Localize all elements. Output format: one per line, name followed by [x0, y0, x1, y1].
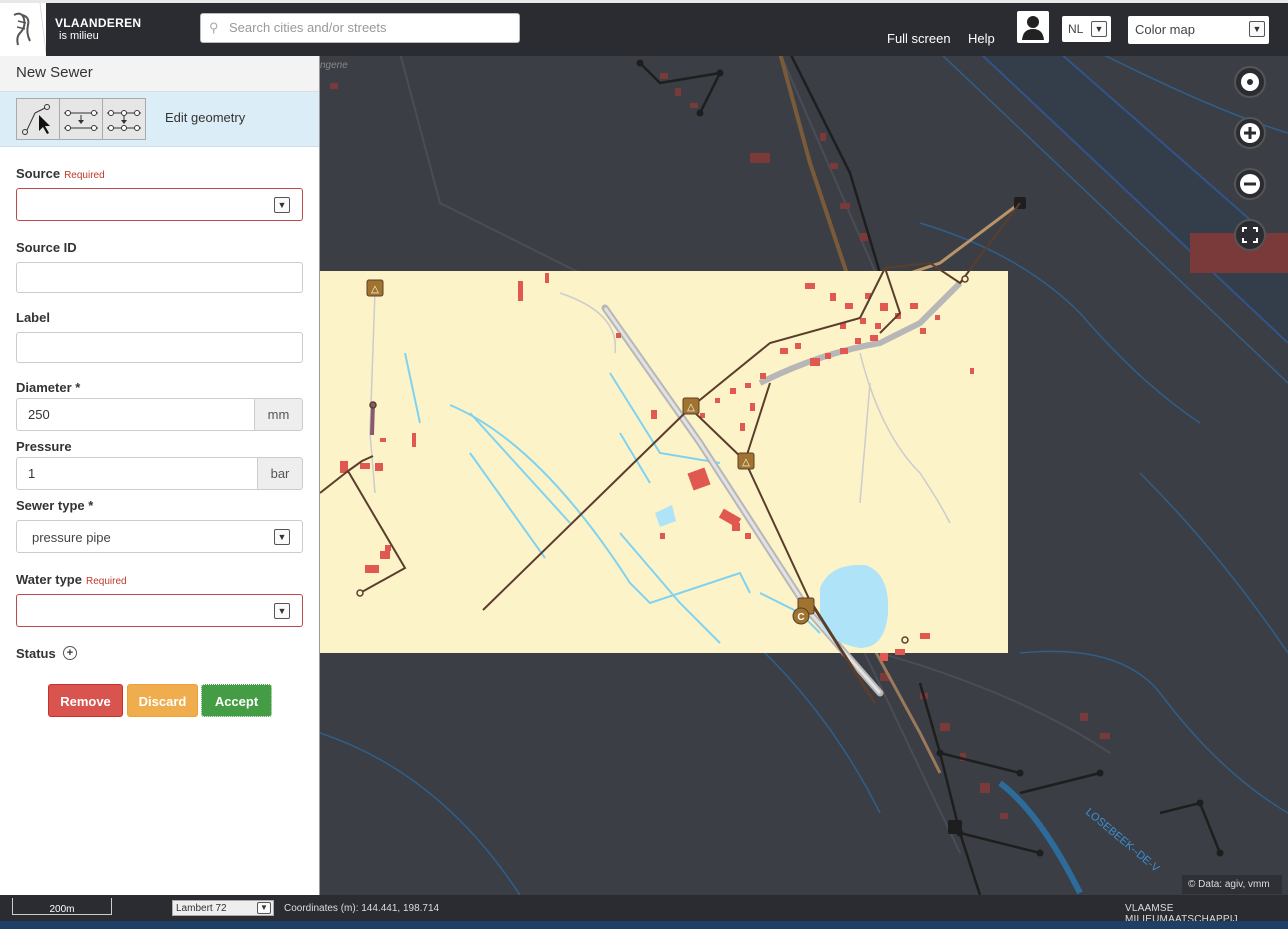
locate-button[interactable]	[1234, 66, 1266, 98]
draw-line-icon	[22, 104, 50, 135]
os-taskbar	[0, 921, 1288, 929]
status-label: Status	[16, 646, 56, 661]
sewer-type-label: Sewer type *	[16, 498, 94, 513]
search-box[interactable]: ⚲	[200, 13, 520, 43]
svg-text:△: △	[687, 402, 695, 413]
diameter-unit: mm	[254, 398, 303, 431]
split-node-tool[interactable]	[102, 98, 146, 140]
expand-status-icon[interactable]: +	[63, 646, 77, 660]
water-type-select[interactable]: ▼	[16, 594, 303, 627]
street-label: LOSEBEEK--DE-V	[1083, 806, 1162, 875]
map-style-select[interactable]: Color map ▼	[1128, 16, 1269, 44]
remove-button[interactable]: Remove	[48, 684, 123, 717]
logo-title: VLAANDEREN	[55, 16, 142, 30]
water-type-label: Water type Required	[16, 572, 127, 587]
map-style-value: Color map	[1135, 22, 1195, 37]
sewer-type-select[interactable]: pressure pipe ▼	[16, 520, 303, 553]
draw-line-tool[interactable]	[16, 98, 60, 140]
water-type-label-text: Water type	[16, 572, 82, 587]
pressure-label: Pressure	[16, 439, 72, 454]
required-note: Required	[85, 576, 127, 587]
source-select[interactable]: ▼	[16, 188, 303, 221]
projection-select[interactable]: Lambert 72 ▼	[172, 900, 274, 916]
diameter-input[interactable]	[16, 398, 255, 431]
svg-text:△: △	[371, 284, 379, 295]
pressure-main-north	[778, 53, 852, 284]
panel-title: New Sewer	[0, 53, 319, 92]
new-sewer-panel: New Sewer Edit geometry Source Required …	[0, 53, 320, 895]
label-field-label: Label	[16, 310, 50, 325]
label-input[interactable]	[16, 332, 303, 363]
map-canvas[interactable]: LOSEBEEK--DE-V ngene △ △ △ C	[320, 53, 1288, 895]
source-label-text: Source	[16, 166, 61, 181]
pond	[820, 564, 889, 648]
user-button[interactable]	[1017, 11, 1049, 43]
pressure-input[interactable]	[16, 457, 258, 490]
source-id-input[interactable]	[16, 262, 303, 293]
projection-value: Lambert 72	[176, 903, 227, 914]
discard-button[interactable]: Discard	[127, 684, 198, 717]
search-input[interactable]	[229, 20, 509, 35]
logo-text: VLAANDEREN is milieu	[55, 17, 141, 43]
pressure-unit: bar	[257, 457, 303, 490]
split-node-icon	[107, 110, 141, 131]
logo-subtitle: is milieu	[59, 30, 99, 42]
canal	[998, 780, 1083, 895]
scale-bar: 200m	[12, 898, 112, 915]
edit-geometry-label: Edit geometry	[165, 110, 246, 125]
language-select[interactable]: NL ▼	[1062, 16, 1111, 42]
chevron-down-icon: ▼	[1249, 21, 1265, 37]
coordinates-readout: Coordinates (m): 144.441, 198.714	[284, 903, 440, 914]
chevron-down-icon: ▼	[274, 603, 290, 619]
map-attribution: © Data: agiv, vmm	[1182, 875, 1282, 894]
top-header: VLAANDEREN is milieu ⚲ Full screen Help …	[0, 0, 1288, 56]
user-icon	[1022, 16, 1044, 40]
status-bar: 200m Lambert 72 ▼ Coordinates (m): 144.4…	[0, 895, 1288, 925]
sewer-type-value: pressure pipe	[32, 530, 111, 545]
zoom-out-button[interactable]	[1234, 168, 1266, 200]
chevron-down-icon: ▼	[274, 529, 290, 545]
chevron-down-icon: ▼	[257, 902, 271, 914]
svg-text:△: △	[742, 457, 750, 468]
zoom-out-icon	[1240, 174, 1260, 194]
accept-button[interactable]: Accept	[201, 684, 272, 717]
attribution-text: Data: agiv, vmm	[1198, 879, 1270, 890]
vlaanderen-logo[interactable]	[0, 2, 47, 56]
svg-text:C: C	[797, 612, 804, 623]
source-label: Source Required	[16, 166, 105, 181]
locate-icon	[1241, 73, 1259, 91]
source-id-label: Source ID	[16, 240, 77, 255]
zoom-in-button[interactable]	[1234, 117, 1266, 149]
help-link[interactable]: Help	[968, 31, 995, 46]
full-screen-link[interactable]: Full screen	[887, 31, 951, 46]
zoom-in-icon	[1240, 123, 1260, 143]
geometry-toolbar: Edit geometry	[0, 92, 319, 147]
fullscreen-icon	[1242, 227, 1258, 243]
language-value: NL	[1068, 22, 1084, 36]
pump-station-node[interactable]	[948, 820, 962, 834]
chevron-down-icon: ▼	[274, 197, 290, 213]
fullscreen-button[interactable]	[1234, 219, 1266, 251]
diameter-label: Diameter *	[16, 380, 81, 395]
place-label: ngene	[320, 60, 348, 71]
insert-node-tool[interactable]	[59, 98, 103, 140]
search-icon: ⚲	[209, 20, 219, 35]
required-note: Required	[64, 170, 105, 181]
map-view[interactable]: LOSEBEEK--DE-V ngene △ △ △ C	[320, 53, 1288, 895]
insert-node-icon	[64, 110, 98, 131]
copyright-icon: ©	[1188, 879, 1196, 890]
chevron-down-icon: ▼	[1091, 21, 1107, 37]
lion-icon	[13, 2, 47, 54]
